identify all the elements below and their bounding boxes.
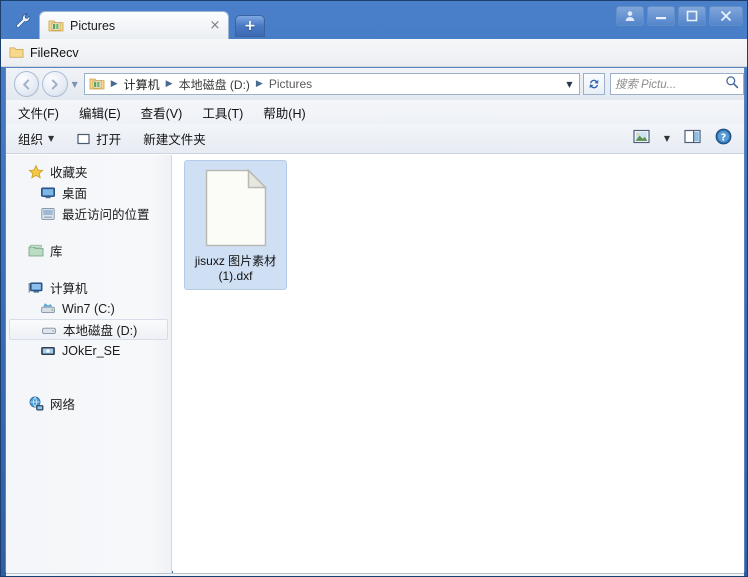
generic-document-icon	[205, 168, 267, 247]
sidebar-item-label: JOkEr_SE	[62, 343, 121, 358]
menu-help[interactable]: 帮助(H)	[263, 103, 305, 122]
recent-pages-caret-icon[interactable]: ▼	[72, 80, 78, 89]
new-tab-button[interactable]: +	[235, 15, 265, 37]
toolbar-right-group: ▼ ?	[619, 128, 744, 150]
svg-text:?: ?	[721, 132, 727, 143]
address-row: ▼ ▶ 计算机 ▶ 本地磁盘 (D:) ▶ Pictures ▼ 搜索 Pict…	[6, 68, 744, 100]
star-icon	[28, 164, 44, 180]
breadcrumb-pictures[interactable]: Pictures	[266, 77, 315, 91]
breadcrumb-separator-icon[interactable]: ▶	[108, 79, 121, 89]
back-button[interactable]	[14, 71, 40, 97]
explorer-body: 收藏夹 桌面 最近访问的位置 库 计算机 Win7 (C:) 本地磁盘 (D:)…	[6, 155, 744, 573]
sidebar-group-label: 库	[50, 245, 63, 259]
sidebar-group-computer[interactable]: 计算机	[6, 277, 171, 298]
open-button[interactable]: 打开	[76, 129, 121, 148]
new-folder-button[interactable]: 新建文件夹	[143, 129, 206, 148]
new-folder-label: 新建文件夹	[143, 133, 206, 147]
wrench-icon[interactable]	[9, 9, 37, 33]
preview-pane-icon[interactable]	[684, 129, 701, 149]
user-account-button[interactable]	[616, 6, 644, 26]
folder-pictures-icon	[48, 18, 64, 34]
breadcrumb-separator-icon[interactable]: ▶	[163, 79, 176, 89]
sidebar-item-local-disk-d[interactable]: 本地磁盘 (D:)	[9, 319, 168, 340]
address-dropdown-caret-icon[interactable]: ▼	[566, 80, 577, 89]
sidebar-group-label: 网络	[50, 398, 76, 412]
sidebar-item-win7-c[interactable]: Win7 (C:)	[6, 298, 171, 319]
close-button[interactable]	[709, 6, 743, 26]
sidebar-group-label: 计算机	[50, 282, 88, 296]
help-icon[interactable]: ?	[715, 128, 732, 150]
tab-title: Pictures	[70, 18, 116, 33]
optical-drive-icon	[40, 343, 56, 359]
search-icon[interactable]	[725, 75, 739, 94]
sidebar-item-label: Win7 (C:)	[62, 301, 115, 316]
breadcrumb-computer[interactable]: 计算机	[121, 76, 163, 93]
file-name-label: jisuxz 图片素材 (1).dxf	[194, 254, 277, 283]
breadcrumb-local-disk-d[interactable]: 本地磁盘 (D:)	[176, 76, 253, 93]
window-controls	[616, 6, 743, 26]
breadcrumb-folder-icon	[89, 76, 105, 92]
navigation-pane[interactable]: 收藏夹 桌面 最近访问的位置 库 计算机 Win7 (C:) 本地磁盘 (D:)…	[6, 155, 172, 573]
command-toolbar: 组织 ▼ 打开 新建文件夹 ▼ ?	[6, 124, 744, 154]
desktop-icon	[40, 185, 56, 201]
folder-icon	[9, 45, 24, 60]
file-list-pane[interactable]: jisuxz 图片素材 (1).dxf	[173, 155, 744, 573]
sidebar-group-favorites[interactable]: 收藏夹	[6, 161, 171, 182]
organize-label: 组织	[18, 133, 44, 147]
open-file-icon	[76, 131, 92, 147]
library-icon	[28, 243, 44, 259]
sidebar-item-recent-places[interactable]: 最近访问的位置	[6, 203, 171, 224]
system-drive-icon	[40, 301, 56, 317]
forward-button[interactable]	[42, 71, 68, 97]
sidebar-item-desktop[interactable]: 桌面	[6, 182, 171, 203]
computer-icon	[28, 280, 44, 296]
filerecv-bar[interactable]: FileRecv	[1, 39, 747, 67]
network-icon	[28, 396, 44, 412]
search-placeholder: 搜索 Pictu...	[614, 79, 677, 91]
tab-close-icon[interactable]: ×	[208, 19, 222, 32]
minimize-button[interactable]	[647, 6, 675, 26]
maximize-button[interactable]	[678, 6, 706, 26]
open-label: 打开	[96, 133, 122, 147]
sidebar-item-jokerse[interactable]: JOkEr_SE	[6, 340, 171, 361]
explorer-window: Pictures × + FileRecv ▼ ▶ 计算机 ▶ 本地磁盘 (D:…	[0, 0, 748, 577]
sidebar-item-label: 最近访问的位置	[62, 208, 150, 222]
recent-places-icon	[40, 206, 56, 222]
menu-file[interactable]: 文件(F)	[18, 103, 59, 122]
address-bar[interactable]: ▶ 计算机 ▶ 本地磁盘 (D:) ▶ Pictures ▼	[83, 73, 581, 95]
view-layout-icon[interactable]	[633, 129, 650, 149]
menu-view[interactable]: 查看(V)	[141, 103, 183, 122]
sidebar-item-label: 桌面	[62, 187, 88, 201]
organize-button[interactable]: 组织 ▼	[18, 129, 54, 148]
sidebar-group-libraries[interactable]: 库	[6, 240, 171, 261]
file-item[interactable]: jisuxz 图片素材 (1).dxf	[184, 160, 287, 290]
details-pane: jisuxz 图片素材 (1).dxf 修改日期: 2018/5/11 11:3…	[6, 573, 744, 576]
menu-bar: 文件(F) 编辑(E) 查看(V) 工具(T) 帮助(H)	[6, 100, 744, 124]
filerecv-label: FileRecv	[30, 45, 79, 60]
explorer-chrome: ▼ ▶ 计算机 ▶ 本地磁盘 (D:) ▶ Pictures ▼ 搜索 Pict…	[5, 67, 745, 576]
sidebar-group-label: 收藏夹	[50, 166, 88, 180]
refresh-button[interactable]	[583, 73, 605, 95]
drive-icon	[41, 322, 57, 338]
chevron-down-icon: ▼	[48, 134, 55, 143]
search-input[interactable]: 搜索 Pictu...	[609, 73, 744, 95]
menu-edit[interactable]: 编辑(E)	[79, 103, 121, 122]
title-bar: Pictures × +	[1, 1, 747, 39]
view-chevron-down-icon[interactable]: ▼	[664, 134, 670, 143]
sidebar-group-network[interactable]: 网络	[6, 393, 171, 414]
sidebar-item-label: 本地磁盘 (D:)	[63, 324, 138, 338]
browser-tab-pictures[interactable]: Pictures ×	[39, 11, 229, 39]
menu-tools[interactable]: 工具(T)	[202, 103, 243, 122]
breadcrumb-separator-icon[interactable]: ▶	[253, 79, 266, 89]
